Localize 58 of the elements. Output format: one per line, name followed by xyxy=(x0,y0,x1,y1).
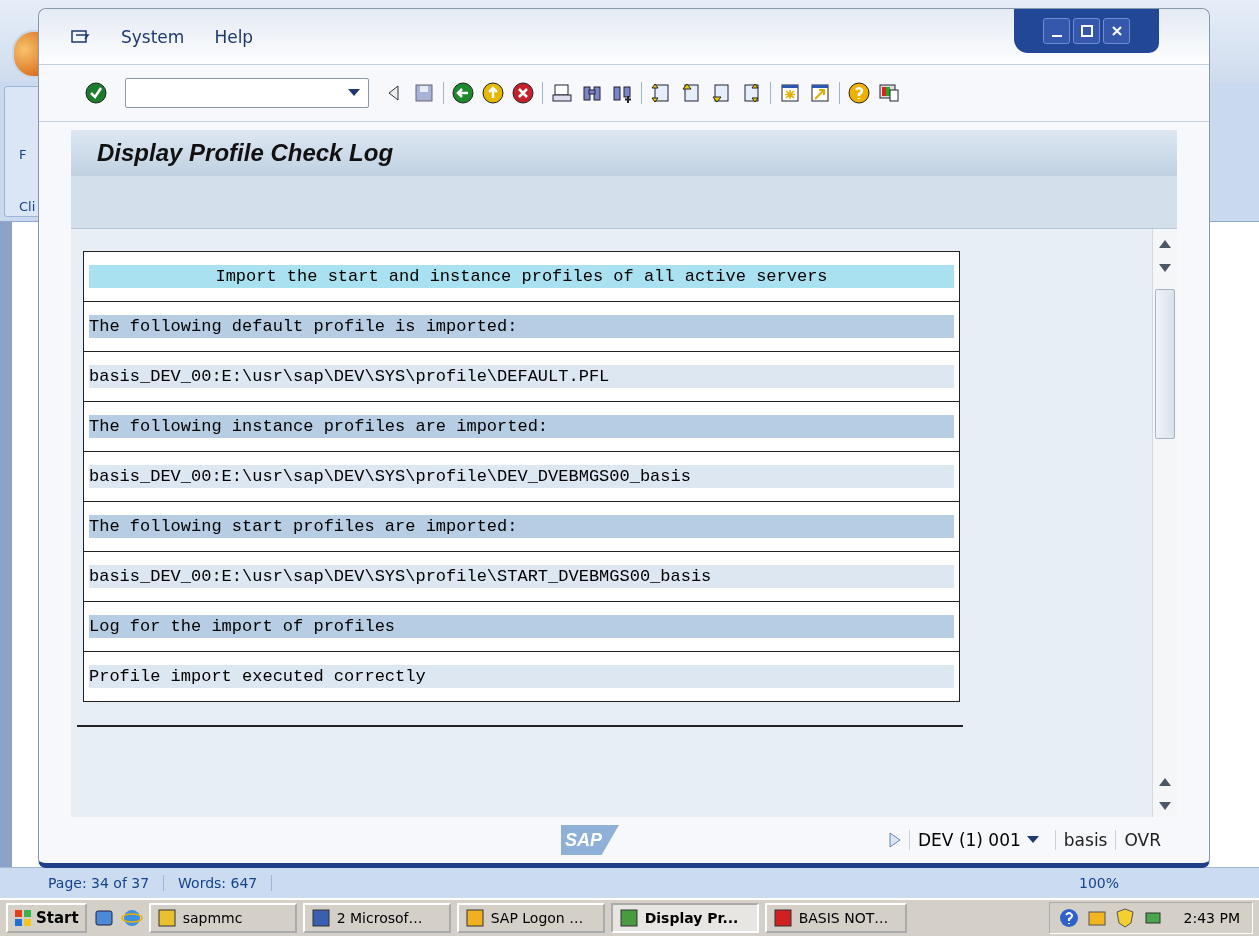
log-section-text: Log for the import of profiles xyxy=(89,615,954,638)
ribbon-label: F xyxy=(19,147,28,162)
log-section-text: The following instance profiles are imported: xyxy=(89,415,954,438)
scroll-down-icon[interactable] xyxy=(1159,264,1171,272)
log-entry-text: basis_DEV_00:E:\usr\sap\DEV\SYS\profile\DEFAULT.PFL xyxy=(89,365,954,388)
shortcut-icon[interactable] xyxy=(809,82,831,104)
checkmark-icon[interactable] xyxy=(85,82,107,104)
taskbar-button[interactable]: sapmmc xyxy=(148,903,297,933)
maximize-icon xyxy=(1079,24,1094,38)
scroll-down-icon[interactable] xyxy=(1159,802,1171,810)
menu-item[interactable]: System xyxy=(121,26,185,47)
layout-icon[interactable] xyxy=(878,82,900,104)
minimize-icon xyxy=(1051,35,1062,37)
taskbar-button[interactable]: SAP Logon … xyxy=(456,903,605,933)
log-heading: Import the start and instance profiles of all active servers xyxy=(89,265,954,288)
back-icon[interactable] xyxy=(452,82,474,104)
triangle-right-icon[interactable] xyxy=(889,832,901,848)
shield-icon[interactable] xyxy=(1113,907,1136,929)
next-page-icon[interactable] xyxy=(710,82,732,104)
caret-icon[interactable] xyxy=(348,89,360,97)
new-session-icon[interactable] xyxy=(779,82,801,104)
log-entry-text: Profile import executed correctly xyxy=(89,665,954,688)
scroll-up-icon[interactable] xyxy=(1159,240,1171,248)
start-button[interactable]: Start xyxy=(6,903,87,933)
log-entry-text: basis_DEV_00:E:\usr\sap\DEV\SYS\profile\DEV_DVEBMGS00_basis xyxy=(89,465,954,488)
menu-item[interactable]: Help xyxy=(214,26,254,47)
log-section-text: The following default profile is imported: xyxy=(89,315,954,338)
taskbar-button[interactable]: Display Pr... xyxy=(610,903,759,933)
status-text: Words: 647 xyxy=(178,875,273,891)
log-section-text: The following start profiles are imported: xyxy=(89,515,954,538)
help-icon[interactable] xyxy=(848,82,870,104)
scroll-up-icon[interactable] xyxy=(1159,778,1171,786)
command-field[interactable] xyxy=(125,78,369,108)
insert-mode: OVR xyxy=(1115,830,1161,850)
user-name: basis xyxy=(1054,830,1108,850)
scroll-thumb[interactable] xyxy=(1155,289,1175,439)
taskbar-button[interactable]: BASIS NOT… xyxy=(764,903,907,933)
ribbon-label: Cli xyxy=(19,199,37,214)
cancel-icon[interactable] xyxy=(512,82,534,104)
close-icon xyxy=(1109,24,1124,38)
windows-flag-icon xyxy=(14,909,32,927)
log-entry-text: basis_DEV_00:E:\usr\sap\DEV\SYS\profile\START_DVEBMGS00_basis xyxy=(89,565,954,588)
previous-page-icon[interactable] xyxy=(680,82,702,104)
print-icon[interactable] xyxy=(551,82,573,104)
save-icon[interactable] xyxy=(413,82,435,104)
zoom-level: 100% xyxy=(1078,875,1119,891)
system-dropdown[interactable]: DEV (1) 001 xyxy=(909,830,1047,850)
exit-icon[interactable] xyxy=(482,82,504,104)
maximize-button[interactable] xyxy=(1073,18,1100,44)
clock: 2:43 PM xyxy=(1183,910,1240,926)
first-page-icon[interactable] xyxy=(650,82,672,104)
caret-icon xyxy=(1026,836,1039,844)
sap-logo: SAP xyxy=(561,825,619,855)
taskbar-button[interactable]: 2 Microsof… xyxy=(302,903,451,933)
close-button[interactable] xyxy=(1103,18,1130,44)
status-text: Page: 34 of 37 xyxy=(48,875,165,891)
minimize-button[interactable] xyxy=(1043,18,1070,44)
screen-title: Display Profile Check Log xyxy=(97,139,394,167)
